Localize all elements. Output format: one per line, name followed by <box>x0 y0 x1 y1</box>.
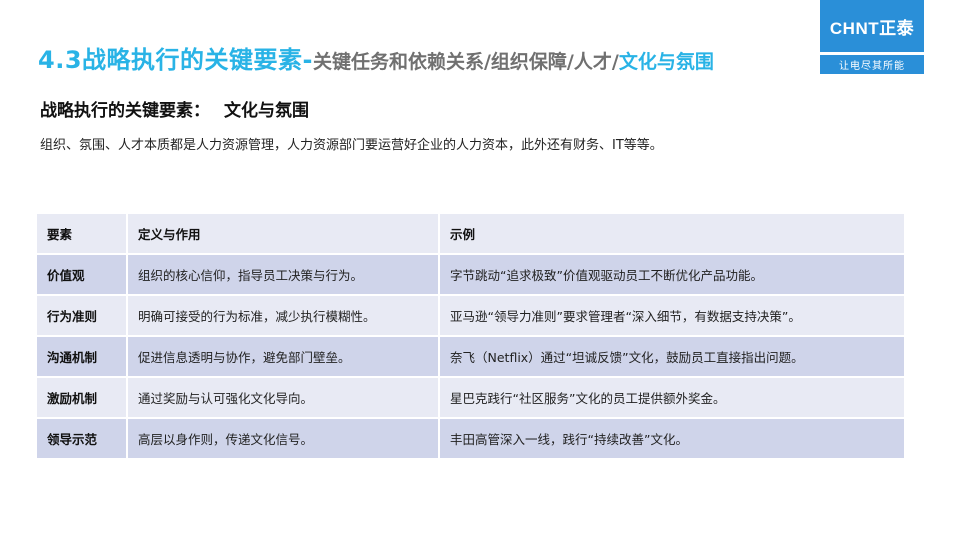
row-definition: 组织的核心信仰，指导员工决策与行为。 <box>127 254 440 296</box>
title-main: 4.3战略执行的关键要素- <box>38 46 313 74</box>
culture-table: 要素 定义与作用 示例 价值观 组织的核心信仰，指导员工决策与行为。 字节跳动“… <box>37 214 906 460</box>
page-title: 4.3战略执行的关键要素-关键任务和依赖关系/组织保障/人才/文化与氛围 <box>38 40 714 75</box>
table-row: 沟通机制 促进信息透明与协作，避免部门壁垒。 奈飞（Netflix）通过“坦诚反… <box>37 336 906 378</box>
row-element: 领导示范 <box>37 418 128 460</box>
row-definition: 高层以身作则，传递文化信号。 <box>127 418 440 460</box>
company-logo: CHNT正泰 让电尽其所能 <box>820 0 924 74</box>
row-example: 丰田高管深入一线，践行“持续改善”文化。 <box>439 418 906 460</box>
row-element: 沟通机制 <box>37 336 128 378</box>
row-definition: 通过奖励与认可强化文化导向。 <box>127 377 440 419</box>
row-definition: 明确可接受的行为标准，减少执行模糊性。 <box>127 295 440 337</box>
section-topic: 文化与氛围 <box>224 101 309 121</box>
logo-brand: CHNT正泰 <box>820 0 924 52</box>
row-example: 字节跳动“追求极致”价值观驱动员工不断优化产品功能。 <box>439 254 906 296</box>
row-definition: 促进信息透明与协作，避免部门壁垒。 <box>127 336 440 378</box>
title-sub: 关键任务和依赖关系/组织保障/人才/ <box>312 51 619 73</box>
row-element: 激励机制 <box>37 377 128 419</box>
section-heading-label: 战略执行的关键要素： <box>40 101 210 121</box>
row-example: 星巴克践行“社区服务”文化的员工提供额外奖金。 <box>439 377 906 419</box>
row-example: 奈飞（Netflix）通过“坦诚反馈”文化，鼓励员工直接指出问题。 <box>439 336 906 378</box>
row-example: 亚马逊“领导力准则”要求管理者“深入细节，有数据支持决策”。 <box>439 295 906 337</box>
row-element: 价值观 <box>37 254 128 296</box>
table-row: 价值观 组织的核心信仰，指导员工决策与行为。 字节跳动“追求极致”价值观驱动员工… <box>37 254 906 296</box>
column-header-example: 示例 <box>439 214 906 255</box>
table-header-row: 要素 定义与作用 示例 <box>37 214 906 255</box>
table-row: 激励机制 通过奖励与认可强化文化导向。 星巴克践行“社区服务”文化的员工提供额外… <box>37 377 906 419</box>
title-active: 文化与氛围 <box>618 51 714 73</box>
intro-text: 组织、氛围、人才本质都是人力资源管理，人力资源部门要运营好企业的人力资本，此外还… <box>40 138 663 153</box>
column-header-element: 要素 <box>37 214 128 255</box>
table-row: 行为准则 明确可接受的行为标准，减少执行模糊性。 亚马逊“领导力准则”要求管理者… <box>37 295 906 337</box>
column-header-definition: 定义与作用 <box>127 214 440 255</box>
section-heading: 战略执行的关键要素： 文化与氛围 <box>40 96 309 121</box>
table-row: 领导示范 高层以身作则，传递文化信号。 丰田高管深入一线，践行“持续改善”文化。 <box>37 418 906 460</box>
row-element: 行为准则 <box>37 295 128 337</box>
logo-tagline: 让电尽其所能 <box>820 55 924 74</box>
